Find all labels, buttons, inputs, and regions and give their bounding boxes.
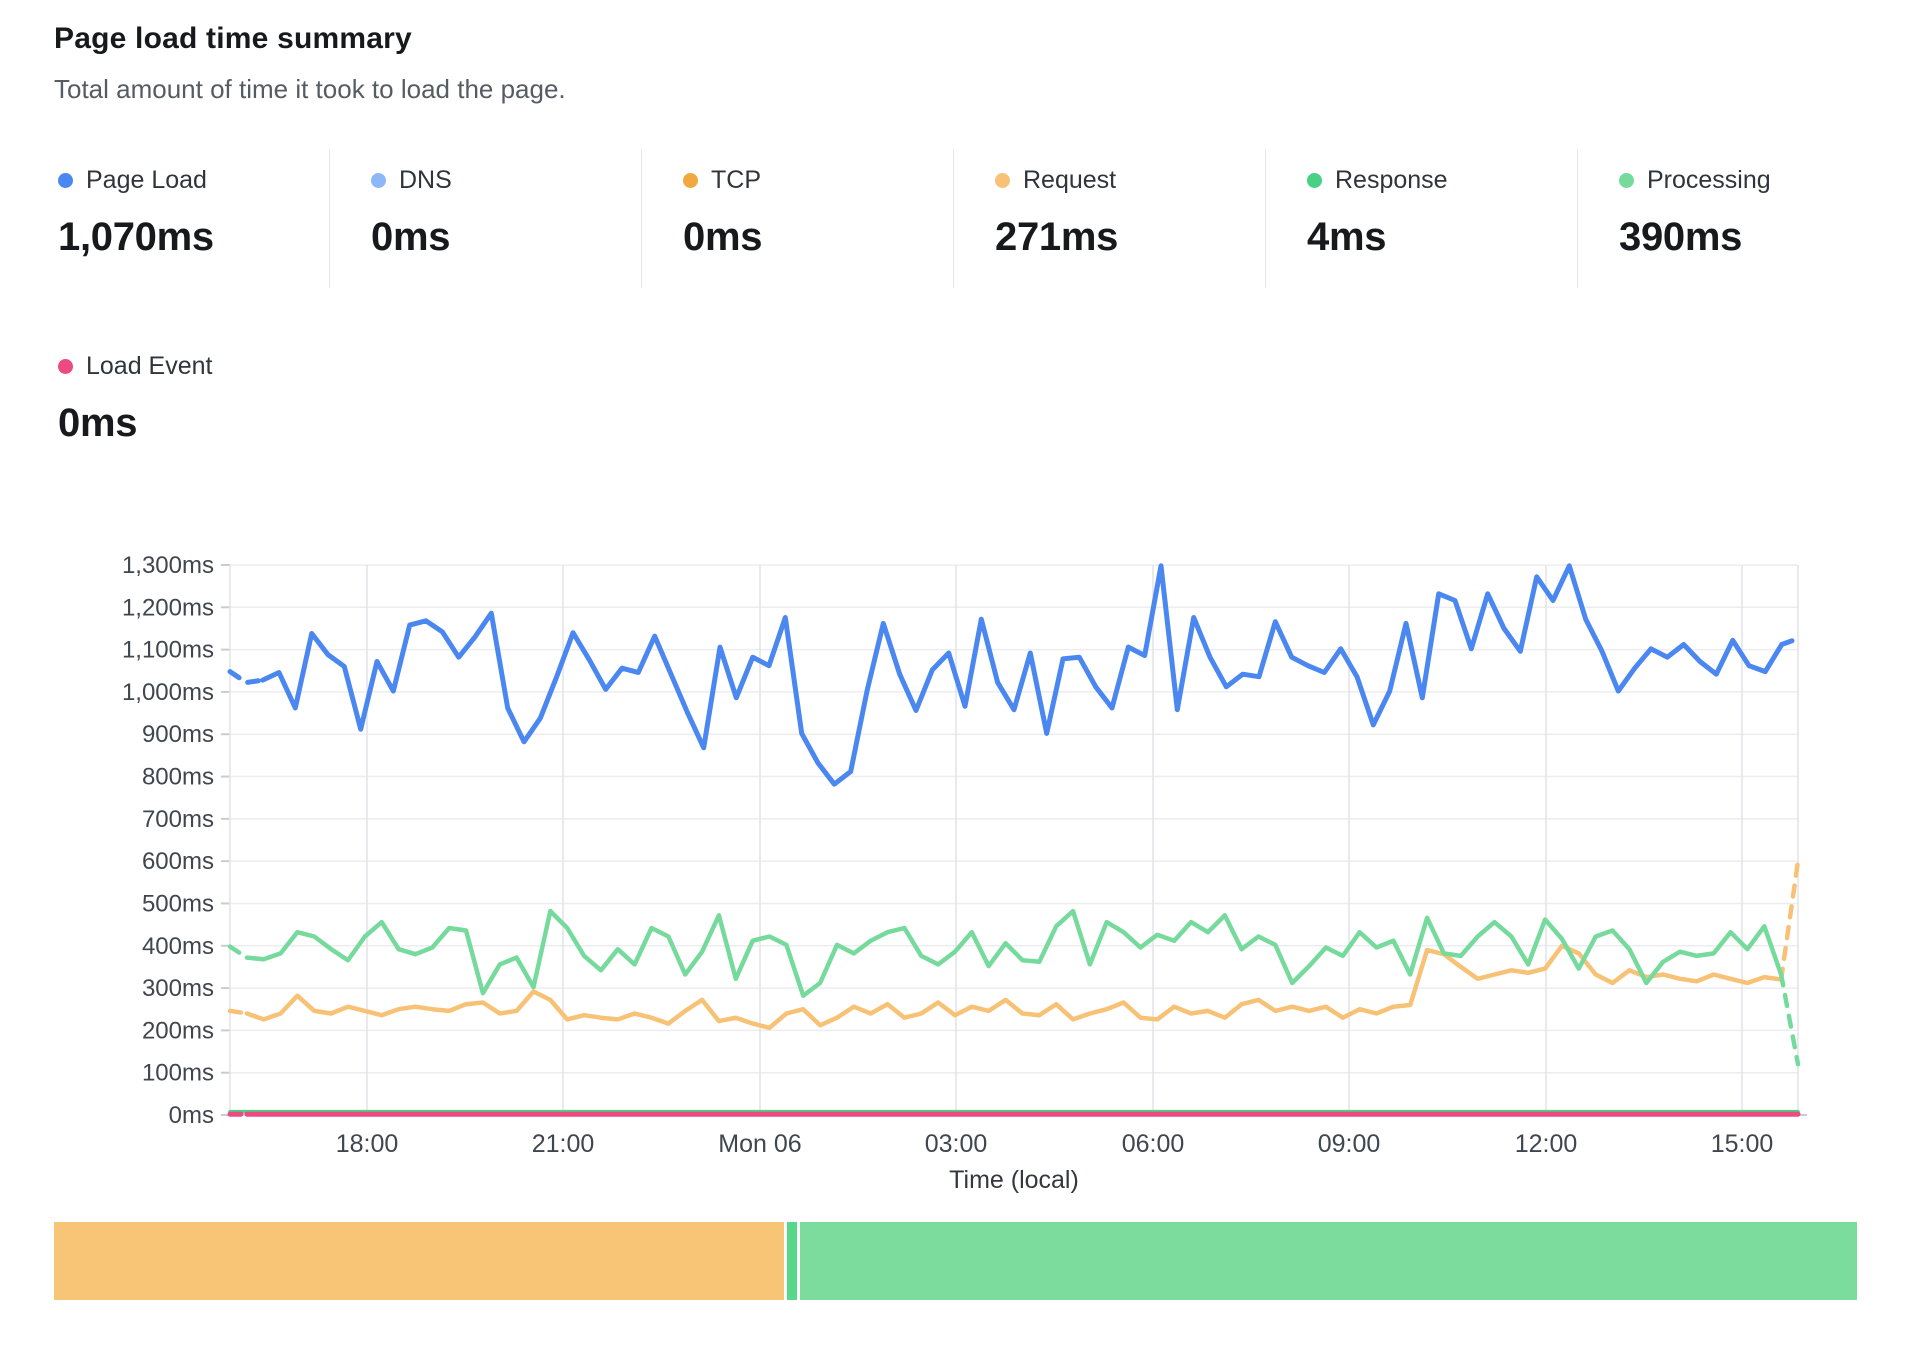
y-tick-label: 900ms xyxy=(142,721,214,748)
stat-request: Request 271ms xyxy=(953,150,1265,288)
stat-tcp: TCP 0ms xyxy=(641,150,953,288)
y-tick-label: 1,300ms xyxy=(122,552,214,579)
stat-value: 0ms xyxy=(371,215,641,260)
timing-proportion-bar[interactable] xyxy=(54,1222,1857,1300)
stat-dns: DNS 0ms xyxy=(329,150,641,288)
x-tick-label: 06:00 xyxy=(1122,1130,1185,1158)
dns-legend-dot xyxy=(371,173,386,188)
bar-segment-response-share[interactable] xyxy=(787,1222,798,1300)
series-page-load-tail-dash xyxy=(1782,639,1798,645)
series-request-tail-dash xyxy=(1781,861,1798,979)
y-tick-label: 700ms xyxy=(142,806,214,833)
y-tick-label: 1,100ms xyxy=(122,637,214,664)
stat-value: 0ms xyxy=(683,215,953,260)
load-time-chart-svg[interactable]: 0ms 100ms 200ms 300ms 400ms 500ms 600ms 700ms 80… xyxy=(0,540,1910,1220)
response-legend-dot xyxy=(1307,173,1322,188)
bar-segment-request-share[interactable] xyxy=(54,1222,784,1300)
stat-label: Processing xyxy=(1647,166,1771,195)
y-tick-label: 300ms xyxy=(142,975,214,1002)
page-title: Page load time summary xyxy=(54,22,412,56)
y-tick-label: 100ms xyxy=(142,1060,214,1087)
stat-value: 4ms xyxy=(1307,215,1577,260)
request-legend-dot xyxy=(995,173,1010,188)
stat-label: DNS xyxy=(399,166,452,195)
y-tick-label: 0ms xyxy=(169,1102,214,1129)
stat-page-load: Page Load 1,070ms xyxy=(54,150,329,288)
metric-legend-row-2: Load Event 0ms xyxy=(54,336,1857,474)
stat-label: TCP xyxy=(711,166,761,195)
stat-load-event: Load Event 0ms xyxy=(54,336,329,474)
stat-label: Request xyxy=(1023,166,1116,195)
series-processing-lead-dash xyxy=(230,947,247,958)
x-tick-label: 21:00 xyxy=(532,1130,595,1158)
y-tick-label: 200ms xyxy=(142,1017,214,1044)
page-load-summary-panel: Page load time summary Total amount of t… xyxy=(0,0,1910,1352)
y-tick-label: 400ms xyxy=(142,933,214,960)
series-request-lead-dash xyxy=(230,1011,247,1014)
y-tick-label: 800ms xyxy=(142,764,214,791)
stat-label: Page Load xyxy=(86,166,207,195)
stat-value: 0ms xyxy=(58,401,329,446)
series-processing-line xyxy=(247,911,1781,996)
x-tick-label: 09:00 xyxy=(1318,1130,1381,1158)
tcp-legend-dot xyxy=(683,173,698,188)
load-event-legend-dot xyxy=(58,359,73,374)
processing-legend-dot xyxy=(1619,173,1634,188)
stat-value: 390ms xyxy=(1619,215,1857,260)
x-tick-label: 12:00 xyxy=(1515,1130,1578,1158)
x-tick-label: 15:00 xyxy=(1711,1130,1774,1158)
page-load-legend-dot xyxy=(58,173,73,188)
y-tick-label: 1,000ms xyxy=(122,679,214,706)
stat-value: 1,070ms xyxy=(58,215,329,260)
y-tick-label: 500ms xyxy=(142,890,214,917)
y-tick-label: 600ms xyxy=(142,848,214,875)
x-tick-label: 03:00 xyxy=(925,1130,988,1158)
x-tick-label: 18:00 xyxy=(336,1130,399,1158)
bar-segment-processing-share[interactable] xyxy=(800,1222,1857,1300)
series-page-load-line xyxy=(263,566,1782,784)
stat-label: Response xyxy=(1335,166,1448,195)
x-tick-label: Mon 06 xyxy=(718,1130,801,1158)
x-axis-title: Time (local) xyxy=(949,1166,1079,1194)
stat-label: Load Event xyxy=(86,352,213,381)
y-tick-label: 1,200ms xyxy=(122,594,214,621)
series-request-line xyxy=(247,946,1781,1028)
page-subtitle: Total amount of time it took to load the… xyxy=(54,74,566,105)
metric-legend-row: Page Load 1,070ms DNS 0ms TCP 0ms Reques… xyxy=(54,150,1857,288)
load-time-chart[interactable]: 0ms 100ms 200ms 300ms 400ms 500ms 600ms 700ms 80… xyxy=(0,540,1910,1220)
stat-processing: Processing 390ms xyxy=(1577,150,1857,288)
stat-value: 271ms xyxy=(995,215,1265,260)
series-page-load-lead-dash xyxy=(230,672,263,683)
stat-response: Response 4ms xyxy=(1265,150,1577,288)
